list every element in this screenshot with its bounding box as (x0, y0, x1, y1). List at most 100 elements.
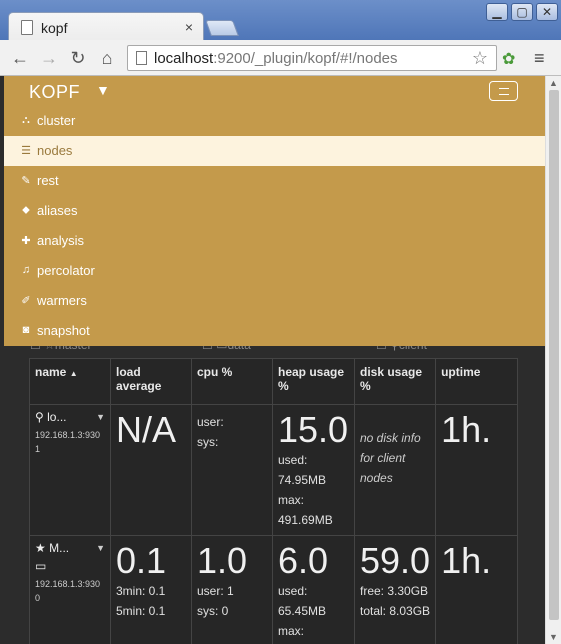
new-tab-button[interactable] (205, 20, 239, 36)
heap-max-label: max: (278, 493, 305, 507)
extension-icon[interactable]: ✿ (502, 49, 515, 69)
header-name[interactable]: name ▲ (29, 358, 111, 405)
node-ip: 192.168.1.3:930 (35, 430, 101, 440)
heap-used-label: used: (278, 584, 308, 598)
menu-icon[interactable]: ≡ (534, 48, 545, 69)
home-icon[interactable]: ⌂ (96, 47, 118, 69)
browser-tab[interactable]: kopf × (8, 12, 204, 42)
heap-used-label: used: (278, 453, 308, 467)
nav-item-snapshot[interactable]: ◙ snapshot (4, 316, 545, 346)
load-3min: 3min: 0.1 (116, 584, 166, 598)
cpu-sys: sys: (197, 435, 219, 449)
node-name[interactable]: M... (49, 541, 69, 555)
uptime-cell: 1h. (435, 535, 519, 644)
scroll-up-icon[interactable]: ▲ (549, 78, 558, 88)
heap-value: 6.0 (278, 540, 329, 581)
table-row: ⚲ lo... ▼ 192.168.1.3:930 1 N/A user: sys… (29, 404, 519, 536)
cpu-user: user: 1 (197, 584, 234, 598)
header-name-label: name (35, 365, 67, 379)
scroll-down-icon[interactable]: ▼ (549, 632, 558, 642)
cpu-cell: 1.0 user: 1 sys: 0 (191, 535, 273, 644)
puzzle-icon: ✚ (21, 235, 31, 247)
brand-logo[interactable]: KOPF (29, 82, 80, 103)
node-name[interactable]: lo... (47, 410, 66, 424)
browser-toolbar: ← → ↻ ⌂ localhost:9200/_plugin/kopf/#!/n… (0, 40, 561, 76)
navbar: KOPF ▼ ⛬ cluster ☰ nodes ✎ rest ⬥ aliases ✚ analy… (4, 76, 545, 346)
disk-cell: 59.0 free: 3.30GB total: 8.03GB (353, 535, 437, 644)
sort-asc-icon: ▲ (69, 369, 78, 378)
maximize-button[interactable]: ▢ (511, 3, 533, 21)
url-text: localhost:9200/_plugin/kopf/#!/nodes (154, 50, 398, 67)
nav-item-label: snapshot (37, 323, 90, 338)
header-load[interactable]: load average (110, 358, 192, 405)
address-bar[interactable]: localhost:9200/_plugin/kopf/#!/nodes ☆ (127, 45, 497, 71)
node-ip: 192.168.1.3:930 (35, 579, 101, 589)
nav-item-label: rest (37, 173, 59, 188)
nav-item-label: analysis (37, 233, 84, 248)
disk-total: total: 8.03GB (360, 604, 431, 618)
page-viewport: ☐ ☆ master ☐ ▭ data ☐ ⚲ client name ▲ lo… (4, 76, 545, 644)
nav-item-warmers[interactable]: ✐ warmers (4, 286, 545, 316)
disk-note: no disk info for client nodes (360, 431, 421, 485)
tags-icon: ⬥ (22, 204, 30, 216)
header-disk[interactable]: disk usage % (353, 358, 437, 405)
node-name-cell: ★ M... ▼ ▭ 192.168.1.3:930 0 (29, 535, 111, 644)
cpu-cell: user: sys: (191, 404, 273, 536)
forward-icon[interactable]: → (38, 47, 60, 69)
url-host: localhost (154, 50, 214, 67)
load-cell: N/A (110, 404, 192, 536)
scrollbar[interactable]: ▲ ▼ (545, 76, 561, 644)
heap-max-label: max: (278, 624, 305, 638)
caret-down-icon[interactable]: ▼ (96, 412, 105, 422)
nav-item-analysis[interactable]: ✚ analysis (4, 226, 545, 256)
scrollbar-thumb[interactable] (549, 90, 559, 620)
bookmark-star-icon[interactable]: ☆ (472, 48, 488, 69)
navbar-toggle-button[interactable] (489, 81, 518, 101)
cpu-value: 1.0 (197, 540, 248, 581)
fire-icon: ✐ (21, 295, 31, 307)
page-icon (136, 51, 147, 65)
nav-item-label: warmers (37, 293, 87, 308)
heap-used: 65.45MB (278, 604, 327, 618)
caret-down-icon[interactable]: ▼ (96, 82, 110, 98)
server-icon: ☰ (21, 145, 31, 157)
nav-item-label: aliases (37, 203, 78, 218)
title-bar: kopf × ▁ ▢ ✕ (0, 0, 561, 42)
cpu-user: user: (197, 415, 224, 429)
camera-icon: ◙ (22, 324, 30, 336)
nav-item-nodes[interactable]: ☰ nodes (4, 136, 545, 166)
uptime-value: 1h. (441, 540, 492, 581)
tab-title: kopf (41, 20, 68, 36)
heap-used: 74.95MB (278, 473, 327, 487)
load-cell: 0.1 3min: 0.1 5min: 0.1 (110, 535, 192, 644)
caret-down-icon[interactable]: ▼ (96, 543, 105, 553)
header-cpu[interactable]: cpu % (191, 358, 273, 405)
load-value: N/A (116, 409, 177, 450)
minimize-button[interactable]: ▁ (486, 3, 508, 21)
bell-icon: ♫ (21, 264, 31, 276)
header-heap[interactable]: heap usage % (272, 358, 355, 405)
heap-value: 15.0 (278, 409, 349, 450)
close-tab-icon[interactable]: × (185, 19, 193, 35)
nav-item-label: percolator (37, 263, 95, 278)
heap-cell: 6.0 used: 65.45MB max: (272, 535, 355, 644)
node-name-cell: ⚲ lo... ▼ 192.168.1.3:930 1 (29, 404, 111, 536)
nav-item-aliases[interactable]: ⬥ aliases (4, 196, 545, 226)
nodes-table: name ▲ load average cpu % heap usage % d… (29, 358, 519, 644)
edit-icon: ✎ (21, 175, 31, 187)
disk-free: free: 3.30GB (360, 584, 429, 598)
nav-item-label: cluster (37, 113, 76, 128)
nav-item-label: nodes (37, 143, 73, 158)
table-row: ★ M... ▼ ▭ 192.168.1.3:930 0 0.1 3min: 0.… (29, 535, 519, 644)
nav-item-percolator[interactable]: ♫ percolator (4, 256, 545, 286)
heap-cell: 15.0 used: 74.95MB max: 491.69MB (272, 404, 355, 536)
load-5min: 5min: 0.1 (116, 604, 166, 618)
nav-item-rest[interactable]: ✎ rest (4, 166, 545, 196)
url-path: :9200/_plugin/kopf/#!/nodes (213, 50, 398, 67)
header-uptime[interactable]: uptime (435, 358, 519, 405)
node-ip-cont: 0 (35, 593, 41, 603)
reload-icon[interactable]: ↻ (67, 47, 89, 69)
back-icon[interactable]: ← (9, 47, 31, 69)
nav-item-cluster[interactable]: ⛬ cluster (4, 106, 545, 136)
window-close-button[interactable]: ✕ (536, 3, 558, 21)
